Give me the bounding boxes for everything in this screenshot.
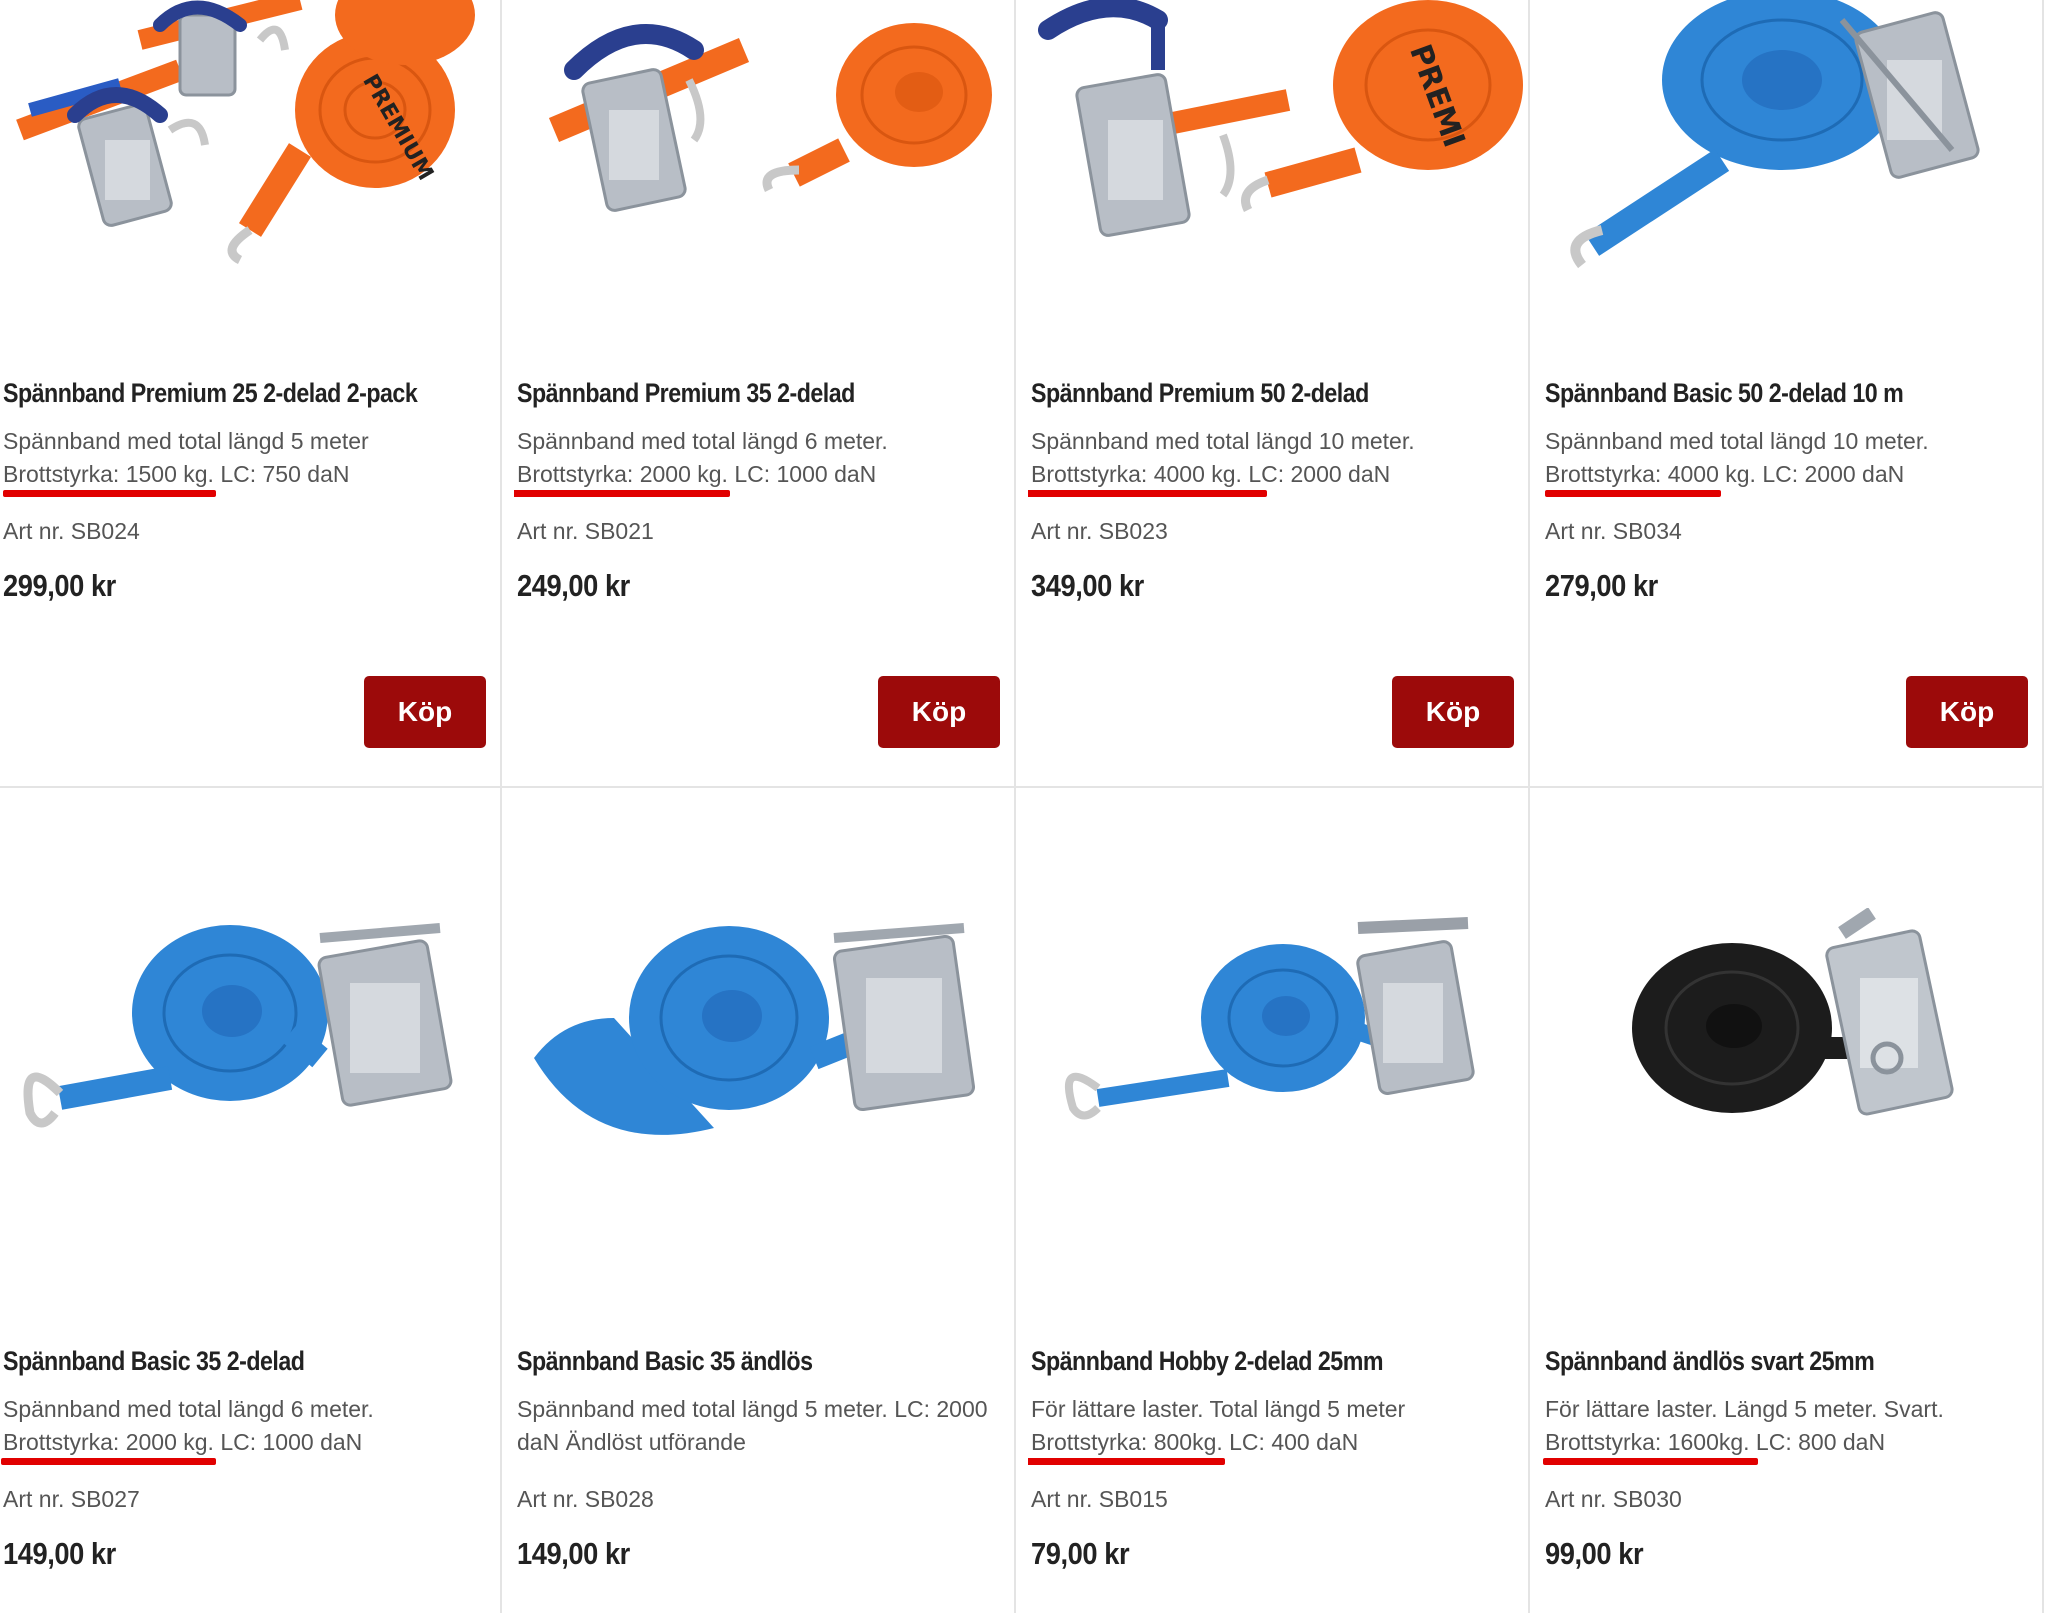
product-grid: PREMIUM Spännband Premium 25 2-delad 2-p…: [0, 0, 2048, 1613]
product-card[interactable]: PREMIUM Spännband Premium 25 2-delad 2-p…: [0, 0, 500, 786]
product-image[interactable]: [514, 0, 1014, 330]
buy-button[interactable]: Köp: [364, 676, 486, 748]
article-number: Art nr. SB024: [3, 518, 140, 544]
grid-right-border: [2042, 0, 2044, 1613]
description-spec: Brottstyrka: 800kg. LC: 400 daN: [1028, 1426, 1528, 1465]
red-underline-mark: [1545, 490, 1721, 497]
product-card[interactable]: PREMI Spännband Premium 50 2-delad Spänn…: [1028, 0, 1528, 786]
product-description: Spännband med total längd 10 meter. Brot…: [1545, 425, 2042, 497]
red-underline-mark: [1543, 1458, 1758, 1465]
description-line: Spännband med total längd 6 meter.: [3, 1396, 374, 1422]
description-line: Spännband med total längd 10 meter.: [1545, 428, 1929, 454]
product-description: För lättare laster. Total längd 5 meter …: [1028, 1393, 1528, 1465]
product-title[interactable]: Spännband Premium 25 2-delad 2-pack: [3, 378, 418, 409]
product-image[interactable]: [1028, 908, 1528, 1168]
product-title[interactable]: Spännband Premium 50 2-delad: [1031, 378, 1369, 409]
description-line: Spännband med total längd 6 meter.: [517, 428, 888, 454]
product-card[interactable]: Spännband Basic 35 ändlös Spännband med …: [514, 788, 1014, 1613]
product-image[interactable]: [1542, 907, 2042, 1168]
description-spec: Brottstyrka: 1600kg. LC: 800 daN: [1543, 1426, 2042, 1465]
red-underline-mark: [1028, 1458, 1225, 1465]
article-number: Art nr. SB015: [1031, 1486, 1168, 1512]
description-spec: Brottstyrka: 2000 kg. LC: 1000 daN: [514, 458, 1014, 497]
red-underline-mark: [1028, 490, 1267, 497]
red-underline-mark: [3, 490, 216, 497]
description-line: Spännband med total längd 5 meter: [3, 428, 369, 454]
description-spec: Brottstyrka: 2000 kg. LC: 1000 daN: [1, 1426, 500, 1465]
strength-spec: Brottstyrka: 2000 kg.: [514, 461, 730, 497]
description-line: daN Ändlöst utförande: [517, 1429, 746, 1455]
buy-button[interactable]: Köp: [1392, 676, 1514, 748]
product-card[interactable]: Spännband Basic 50 2-delad 10 m Spännban…: [1542, 0, 2042, 786]
product-image[interactable]: PREMIUM: [0, 0, 500, 330]
strength-spec: Brottstyrka: 2000 kg.: [1, 1429, 216, 1465]
product-card[interactable]: Spännband Basic 35 2-delad Spännband med…: [0, 788, 500, 1613]
article-number: Art nr. SB027: [3, 1486, 140, 1512]
article-number: Art nr. SB021: [517, 518, 654, 544]
buy-button[interactable]: Köp: [1906, 676, 2028, 748]
product-description: Spännband med total längd 10 meter. Brot…: [1028, 425, 1528, 497]
product-price: 79,00 kr: [1031, 1536, 1130, 1571]
strength-spec: Brottstyrka: 4000: [1545, 461, 1721, 497]
product-image[interactable]: [1542, 0, 2042, 330]
red-underline-mark: [514, 490, 730, 497]
article-number: Art nr. SB023: [1031, 518, 1168, 544]
column-divider: [1528, 0, 1530, 1613]
column-divider: [500, 0, 502, 1613]
product-price: 149,00 kr: [517, 1536, 630, 1571]
product-price: 349,00 kr: [1031, 568, 1144, 603]
description-spec: Brottstyrka: 4000 kg. LC: 2000 daN: [1545, 458, 2042, 497]
description-line: För lättare laster. Total längd 5 meter: [1031, 1396, 1406, 1422]
description-spec: Brottstyrka: 1500 kg. LC: 750 daN: [3, 458, 500, 497]
strength-spec: Brottstyrka: 800kg.: [1028, 1429, 1225, 1465]
article-number: Art nr. SB034: [1545, 518, 1682, 544]
product-description: Spännband med total längd 6 meter. Brott…: [1, 1393, 500, 1465]
description-line: Spännband med total längd 5 meter. LC: 2…: [517, 1396, 988, 1422]
description-line: Spännband med total längd 10 meter.: [1031, 428, 1415, 454]
strength-spec: Brottstyrka: 1500 kg.: [3, 461, 216, 497]
product-title[interactable]: Spännband Basic 50 2-delad 10 m: [1545, 378, 1904, 409]
product-price: 99,00 kr: [1545, 1536, 1644, 1571]
product-price: 279,00 kr: [1545, 568, 1658, 603]
product-title[interactable]: Spännband Basic 35 ändlös: [517, 1346, 813, 1377]
product-price: 149,00 kr: [3, 1536, 116, 1571]
product-title[interactable]: Spännband Premium 35 2-delad: [517, 378, 855, 409]
description-spec: Brottstyrka: 4000 kg. LC: 2000 daN: [1028, 458, 1528, 497]
product-image[interactable]: [0, 908, 500, 1168]
column-divider: [1014, 0, 1016, 1613]
product-title[interactable]: Spännband Basic 35 2-delad: [3, 1346, 305, 1377]
product-image[interactable]: PREMI: [1028, 0, 1528, 330]
product-card[interactable]: Spännband Hobby 2-delad 25mm För lättare…: [1028, 788, 1528, 1613]
buy-button[interactable]: Köp: [878, 676, 1000, 748]
red-underline-mark: [1, 1458, 216, 1465]
product-description: Spännband med total längd 5 meter. LC: 2…: [517, 1393, 1014, 1459]
strength-spec: Brottstyrka: 4000: [1028, 461, 1267, 497]
strength-spec: Brottstyrka: 1600kg.: [1543, 1429, 1758, 1465]
product-price: 249,00 kr: [517, 568, 630, 603]
description-line: För lättare laster. Längd 5 meter. Svart…: [1545, 1396, 1944, 1422]
product-card[interactable]: Spännband ändlös svart 25mm För lättare …: [1542, 788, 2042, 1613]
product-title[interactable]: Spännband ändlös svart 25mm: [1545, 1346, 1875, 1377]
product-price: 299,00 kr: [3, 568, 116, 603]
product-description: För lättare laster. Längd 5 meter. Svart…: [1543, 1393, 2042, 1465]
product-title[interactable]: Spännband Hobby 2-delad 25mm: [1031, 1346, 1383, 1377]
article-number: Art nr. SB028: [517, 1486, 654, 1512]
article-number: Art nr. SB030: [1545, 1486, 1682, 1512]
product-image[interactable]: [514, 908, 1014, 1168]
product-description: Spännband med total längd 6 meter. Brott…: [514, 425, 1014, 497]
product-description: Spännband med total längd 5 meter Brotts…: [3, 425, 500, 497]
product-card[interactable]: Spännband Premium 35 2-delad Spännband m…: [514, 0, 1014, 786]
